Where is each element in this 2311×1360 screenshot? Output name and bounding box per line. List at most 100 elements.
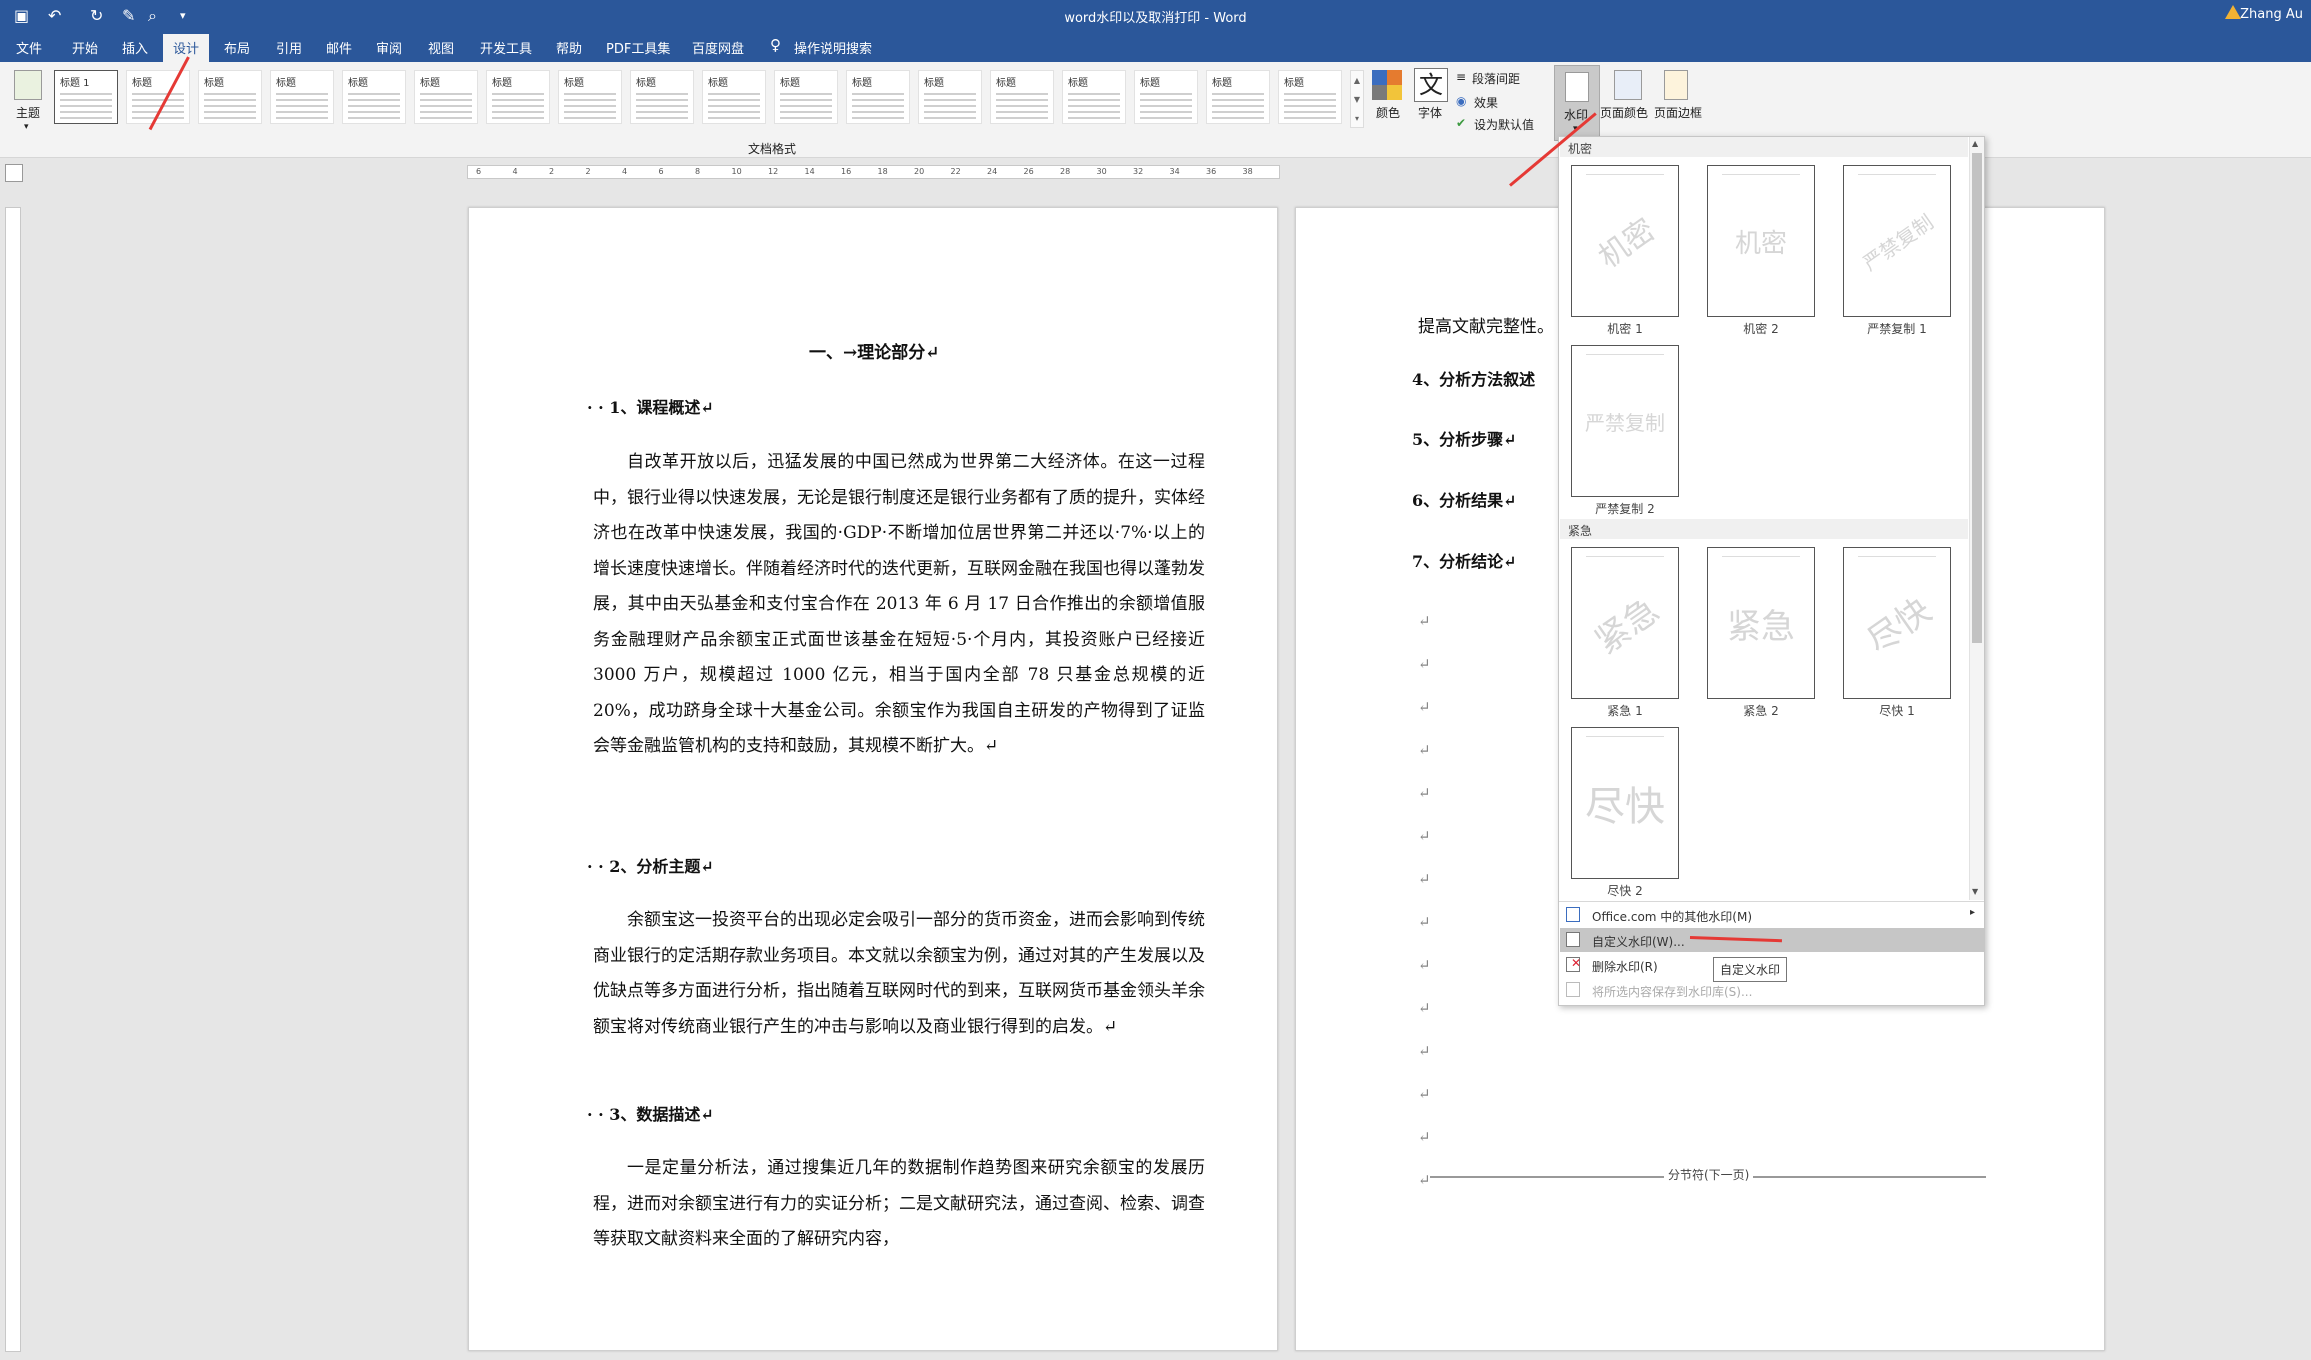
colors-icon[interactable] [1372, 70, 1402, 100]
tab-layout[interactable]: 布局 [224, 38, 250, 57]
paragraph-spacing-icon[interactable]: ≡ [1456, 70, 1466, 84]
tell-me-search[interactable]: 操作说明搜索 [794, 38, 872, 57]
warning-icon[interactable] [2225, 5, 2241, 19]
ruler-tick-label: 24 [987, 167, 998, 176]
style-preview-line [132, 93, 184, 95]
gallery-scrollbar[interactable]: ▲ ▼ [1969, 137, 1984, 900]
vertical-ruler[interactable] [5, 207, 21, 1352]
style-set-item-label: 标题 [276, 78, 296, 89]
style-set-item[interactable]: 标题 [1062, 70, 1126, 124]
tab-home[interactable]: 开始 [72, 38, 98, 57]
style-preview-line [132, 99, 184, 101]
heading-conclusion: 7、分析结论↵ [1412, 552, 1517, 571]
tab-pdf-tools[interactable]: PDF工具集 [606, 38, 670, 57]
watermark-option[interactable]: 紧急 [1707, 547, 1815, 699]
tab-file[interactable]: 文件 [16, 38, 42, 57]
style-set-item[interactable]: 标题 [414, 70, 478, 124]
ruler-tick-label: 36 [1206, 167, 1217, 176]
scroll-up-icon[interactable]: ▲ [1972, 139, 1982, 149]
style-set-item[interactable]: 标题 [846, 70, 910, 124]
tab-mailings[interactable]: 邮件 [326, 38, 352, 57]
page-color-button[interactable]: 页面颜色 [1600, 104, 1648, 121]
style-set-item[interactable]: 标题 [702, 70, 766, 124]
style-preview-line [708, 111, 760, 113]
page-borders-button[interactable]: 页面边框 [1654, 104, 1702, 121]
scroll-down-icon[interactable]: ▼ [1972, 887, 1982, 897]
page-borders-icon[interactable] [1664, 70, 1688, 100]
paragraph-mark: ↵ [1418, 913, 1431, 931]
style-preview-line [564, 117, 616, 119]
tab-developer[interactable]: 开发工具 [480, 38, 532, 57]
paragraph-spacing-label[interactable]: 段落间距 [1472, 70, 1520, 87]
tab-references[interactable]: 引用 [276, 38, 302, 57]
style-preview-line [1068, 99, 1120, 101]
watermark-option[interactable]: 紧急 [1571, 547, 1679, 699]
watermark-option[interactable]: 机密 [1707, 165, 1815, 317]
style-set-item-label: 标题 [1140, 78, 1160, 89]
fonts-label[interactable]: 字体 [1418, 104, 1442, 121]
tab-insert[interactable]: 插入 [122, 38, 148, 57]
tab-help[interactable]: 帮助 [556, 38, 582, 57]
remove-watermark-label: 删除水印(R) [1592, 960, 1658, 974]
style-set-item[interactable]: 标题 [1206, 70, 1270, 124]
watermark-option[interactable]: 尽快 [1843, 547, 1951, 699]
style-set-item[interactable]: 标题 [558, 70, 622, 124]
set-as-default-button[interactable]: 设为默认值 [1474, 116, 1534, 133]
document-page-1[interactable]: 一、→理论部分↵ · · 1、课程概述↵ 自改革开放以后，迅猛发展的中国已然成为… [468, 207, 1278, 1351]
heading-method: 4、分析方法叙述 [1412, 370, 1536, 389]
effects-label[interactable]: 效果 [1474, 94, 1498, 111]
style-set-item[interactable]: 标题 [990, 70, 1054, 124]
style-preview-line [636, 99, 688, 101]
style-preview-line [1212, 111, 1264, 113]
more-watermarks-item[interactable]: Office.com 中的其他水印(M) ▸ [1560, 903, 1984, 927]
style-preview-line [996, 93, 1048, 95]
fonts-icon[interactable]: 文 [1414, 68, 1448, 102]
style-preview-line [708, 117, 760, 119]
user-name[interactable]: Zhang Au [2240, 7, 2303, 22]
section-break-label: 分节符(下一页) [1664, 1166, 1754, 1183]
style-preview-line [1068, 105, 1120, 107]
style-preview-line [276, 99, 328, 101]
scroll-thumb[interactable] [1972, 153, 1982, 643]
tab-selector[interactable] [5, 164, 23, 182]
themes-button-label[interactable]: 主题 [16, 104, 40, 121]
watermark-option[interactable]: 严禁复制 [1843, 165, 1951, 317]
style-set-item[interactable]: 标题 [270, 70, 334, 124]
style-preview-line [276, 93, 328, 95]
style-set-item[interactable]: 标题 [342, 70, 406, 124]
style-set-item[interactable]: 标题 [1134, 70, 1198, 124]
custom-watermark-label: 自定义水印(W)... [1592, 935, 1685, 949]
tab-review[interactable]: 审阅 [376, 38, 402, 57]
watermark-option[interactable]: 尽快 [1571, 727, 1679, 879]
paragraph-mark: ↵ [1418, 827, 1431, 845]
style-set-item[interactable]: 标题 1 [54, 70, 118, 124]
themes-dropdown-icon[interactable]: ▾ [24, 122, 29, 132]
watermark-option[interactable]: 机密 [1571, 165, 1679, 317]
tab-baidu-netdisk[interactable]: 百度网盘 [692, 38, 744, 57]
style-set-item-label: 标题 [564, 78, 584, 89]
horizontal-ruler[interactable]: 6 4 2 2 4 6 8 10 12 14 16 18 20 22 24 26 28 30 32 34 36 38 [467, 165, 1280, 179]
ruler-tick-label: 16 [841, 167, 852, 176]
style-preview-line [780, 105, 832, 107]
style-set-item[interactable]: 标题 [486, 70, 550, 124]
style-set-item[interactable]: 标题 [630, 70, 694, 124]
tab-view[interactable]: 视图 [428, 38, 454, 57]
colors-label[interactable]: 颜色 [1376, 104, 1400, 121]
style-preview-line [348, 105, 400, 107]
style-preview-line [924, 93, 976, 95]
watermark-option[interactable]: 严禁复制 [1571, 345, 1679, 497]
paragraph-mark: ↵ [1418, 999, 1431, 1017]
style-set-item[interactable]: 标题 [918, 70, 982, 124]
style-set-item-label: 标题 [780, 78, 800, 89]
effects-icon[interactable]: ◉ [1456, 94, 1466, 108]
watermark-caption: 机密 2 [1743, 322, 1779, 336]
gallery-scroll[interactable]: ▲ ▼ ▾ [1350, 70, 1364, 128]
style-preview-line [996, 117, 1048, 119]
style-set-item[interactable]: 标题 [1278, 70, 1342, 124]
style-set-item[interactable]: 标题 [198, 70, 262, 124]
style-set-item[interactable]: 标题 [774, 70, 838, 124]
themes-icon[interactable] [14, 70, 42, 100]
page-color-icon[interactable] [1614, 70, 1642, 100]
watermark-preview-text: 紧急 [1587, 589, 1667, 662]
paragraph-mark: ↵ [1418, 1128, 1431, 1146]
